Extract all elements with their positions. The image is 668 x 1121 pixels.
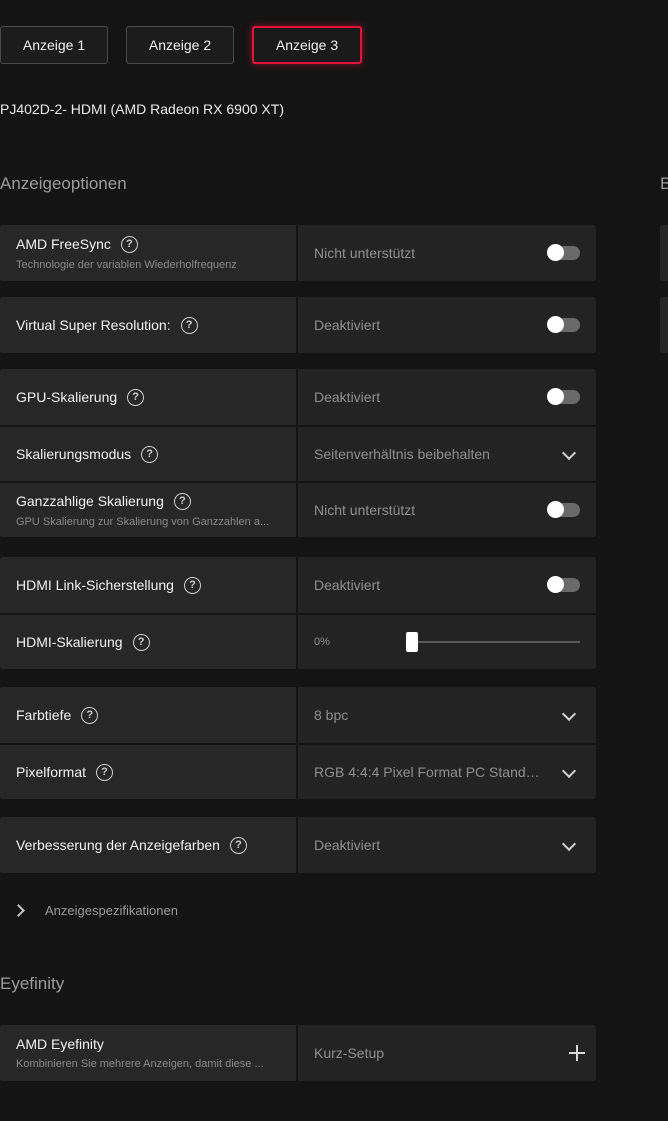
setting-value: Nicht unterstützt <box>314 245 416 261</box>
setting-label: Farbtiefe <box>16 707 72 723</box>
help-icon[interactable]: ? <box>81 706 99 724</box>
setting-description: Kombinieren Sie mehrere Anzeigen, damit … <box>16 1058 264 1070</box>
setting-label: AMD FreeSync <box>16 236 111 252</box>
setting-label: HDMI-Skalierung <box>16 634 123 650</box>
setting-row-color-depth[interactable]: Farbtiefe ? 8 bpc <box>0 687 596 743</box>
freesync-group: AMD FreeSync ? Technologie der variablen… <box>0 225 596 281</box>
setting-value: Deaktiviert <box>314 317 381 333</box>
section-title-display-options: Anzeigeoptionen <box>0 174 127 193</box>
setting-description: GPU Skalierung zur Skalierung von Ganzza… <box>16 515 270 528</box>
setting-row-vsr: Virtual Super Resolution: ? Deaktiviert <box>0 297 596 353</box>
setting-description: Technologie der variablen Wiederholfrequ… <box>16 258 237 271</box>
toggle-knob <box>547 501 564 518</box>
setting-value: Deaktiviert <box>314 389 381 405</box>
setting-label: Skalierungsmodus <box>16 446 132 462</box>
setting-value: RGB 4:4:4 Pixel Format PC Standar... <box>314 764 544 780</box>
tab-display-2[interactable]: Anzeige 2 <box>126 26 234 64</box>
help-icon[interactable]: ? <box>120 235 138 253</box>
vsr-group: Virtual Super Resolution: ? Deaktiviert <box>0 297 596 353</box>
help-icon[interactable]: ? <box>180 316 198 334</box>
expander-label: Anzeigespezifikationen <box>45 903 178 918</box>
chevron-down-icon <box>561 445 577 461</box>
scaling-mode-dropdown[interactable]: Seitenverhältnis beibehalten <box>298 427 596 481</box>
help-icon[interactable]: ? <box>183 576 201 594</box>
setting-value: Deaktiviert <box>314 837 381 853</box>
right-panel-card[interactable] <box>660 297 668 353</box>
setting-label: Pixelformat <box>16 764 87 780</box>
setting-label: AMD Eyefinity <box>16 1036 104 1052</box>
setting-value: Deaktiviert <box>314 577 381 593</box>
setting-row-gpu-scaling: GPU-Skalierung ? Deaktiviert <box>0 369 596 425</box>
hdmi-link-toggle[interactable] <box>547 576 580 593</box>
toggle-knob <box>547 316 564 333</box>
chevron-down-icon <box>561 763 577 779</box>
chevron-down-icon <box>561 836 577 852</box>
display-specs-expander[interactable]: Anzeigespezifikationen <box>12 903 178 918</box>
right-panel-card[interactable] <box>660 225 668 281</box>
tab-display-3[interactable]: Anzeige 3 <box>252 26 362 64</box>
setting-row-pixel-format[interactable]: Pixelformat ? RGB 4:4:4 Pixel Format PC … <box>0 743 596 799</box>
toggle-knob <box>547 388 564 405</box>
display-name: PJ402D-2- HDMI (AMD Radeon RX 6900 XT) <box>0 101 284 117</box>
setting-label: Ganzzahlige Skalierung <box>16 493 164 509</box>
setting-label: HDMI Link-Sicherstellung <box>16 577 174 593</box>
help-icon[interactable]: ? <box>229 836 247 854</box>
chevron-down-icon <box>561 706 577 722</box>
gpu-scaling-toggle[interactable] <box>547 388 580 405</box>
hdmi-scaling-slider[interactable] <box>406 632 580 652</box>
tab-display-1[interactable]: Anzeige 1 <box>0 26 108 64</box>
setting-row-hdmi-scaling: HDMI-Skalierung ? 0% <box>0 613 596 669</box>
freesync-toggle[interactable] <box>547 244 580 261</box>
setting-value: Nicht unterstützt <box>314 502 416 518</box>
section-title-right-panel: B <box>660 174 668 193</box>
setting-label: GPU-Skalierung <box>16 389 118 405</box>
section-title-eyefinity: Eyefinity <box>0 974 65 993</box>
help-icon[interactable]: ? <box>173 492 191 510</box>
setting-row-eyefinity[interactable]: AMD Eyefinity Kombinieren Sie mehrere An… <box>0 1025 596 1081</box>
vsr-toggle[interactable] <box>547 316 580 333</box>
setting-label: Verbesserung der Anzeigefarben <box>16 837 220 853</box>
help-icon[interactable]: ? <box>132 633 150 651</box>
hdmi-group: HDMI Link-Sicherstellung ? Deaktiviert H… <box>0 557 596 669</box>
setting-row-color-enhancement[interactable]: Verbesserung der Anzeigefarben ? Deaktiv… <box>0 817 596 873</box>
color-group: Farbtiefe ? 8 bpc Pixelformat ? RGB 4:4:… <box>0 687 596 799</box>
help-icon[interactable]: ? <box>127 388 145 406</box>
toggle-knob <box>547 244 564 261</box>
plus-icon[interactable] <box>568 1044 586 1062</box>
setting-label: Virtual Super Resolution: <box>16 317 171 333</box>
pixel-format-dropdown[interactable]: RGB 4:4:4 Pixel Format PC Standar... <box>298 745 596 799</box>
color-depth-dropdown[interactable]: 8 bpc <box>298 687 596 743</box>
eyefinity-quick-setup[interactable]: Kurz-Setup <box>298 1025 596 1081</box>
help-icon[interactable]: ? <box>141 445 159 463</box>
setting-row-freesync: AMD FreeSync ? Technologie der variablen… <box>0 225 596 281</box>
setting-value: Seitenverhältnis beibehalten <box>314 446 490 462</box>
quick-setup-label: Kurz-Setup <box>314 1045 385 1061</box>
display-settings-page: Anzeige 1 Anzeige 2 Anzeige 3 PJ402D-2- … <box>0 0 668 1121</box>
eyefinity-group: AMD Eyefinity Kombinieren Sie mehrere An… <box>0 1025 596 1081</box>
chevron-right-icon <box>12 904 25 917</box>
help-icon[interactable]: ? <box>96 763 114 781</box>
scaling-group: GPU-Skalierung ? Deaktiviert Skalierungs… <box>0 369 596 537</box>
setting-row-hdmi-link: HDMI Link-Sicherstellung ? Deaktiviert <box>0 557 596 613</box>
toggle-knob <box>547 576 564 593</box>
color-enhancement-group: Verbesserung der Anzeigefarben ? Deaktiv… <box>0 817 596 873</box>
slider-thumb[interactable] <box>406 632 418 652</box>
slider-value: 0% <box>314 636 330 648</box>
integer-scaling-toggle[interactable] <box>547 501 580 518</box>
setting-row-integer-scaling: Ganzzahlige Skalierung ? GPU Skalierung … <box>0 481 596 537</box>
setting-row-scaling-mode[interactable]: Skalierungsmodus ? Seitenverhältnis beib… <box>0 425 596 481</box>
color-enhancement-dropdown[interactable]: Deaktiviert <box>298 817 596 873</box>
setting-value: 8 bpc <box>314 707 349 723</box>
